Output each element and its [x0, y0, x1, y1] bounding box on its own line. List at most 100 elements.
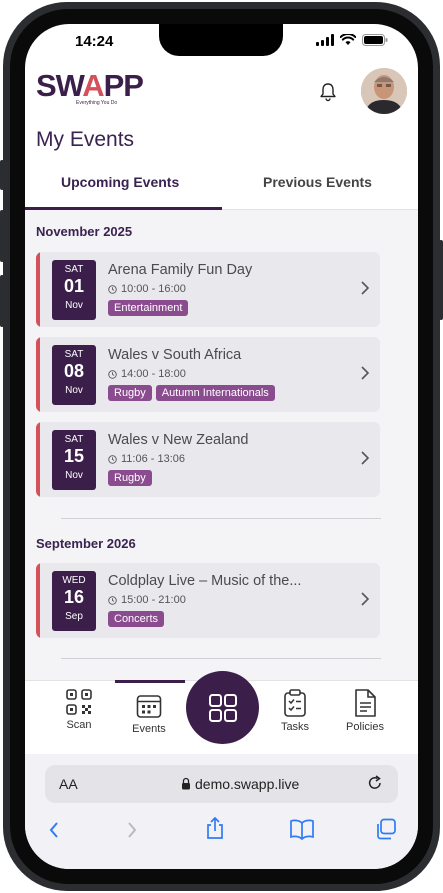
event-card[interactable]: SAT 08 Nov Wales v South Africa 14:00 - …	[36, 337, 380, 412]
event-tags: Rugby Autumn Internationals	[108, 385, 275, 401]
event-time: 11:06 - 13:06	[108, 453, 185, 465]
calendar-icon	[136, 695, 162, 718]
volume-up-button	[0, 210, 4, 262]
avatar[interactable]	[361, 68, 407, 114]
event-time: 15:00 - 21:00	[108, 594, 186, 606]
date-weekday: WED	[62, 575, 86, 586]
bell-icon[interactable]	[319, 82, 337, 102]
reader-aa-button[interactable]: AA	[59, 776, 78, 792]
tab-previous-events[interactable]: Previous Events	[263, 174, 372, 190]
chevron-right-icon	[361, 592, 370, 606]
action-button	[0, 160, 4, 190]
screen: 14:24 SWAPP Everything You Do My Events …	[25, 24, 418, 869]
card-accent-bar	[36, 563, 40, 638]
chevron-right-icon	[361, 451, 370, 465]
event-card[interactable]: WED 16 Sep Coldplay Live – Music of the.…	[36, 563, 380, 638]
date-day: 08	[63, 361, 85, 381]
event-tag: Autumn Internationals	[155, 385, 275, 401]
date-month: Nov	[65, 300, 83, 311]
page-title: My Events	[36, 128, 135, 151]
url-text: demo.swapp.live	[195, 776, 300, 792]
event-tags: Concerts	[108, 611, 165, 627]
event-title: Coldplay Live – Music of the...	[108, 573, 302, 589]
event-time-text: 14:00 - 18:00	[121, 368, 186, 380]
date-month: Nov	[65, 385, 83, 396]
wifi-icon	[340, 34, 356, 45]
logo-text: SWAPP	[36, 68, 144, 103]
date-weekday: SAT	[64, 434, 84, 445]
clock-icon	[108, 454, 117, 464]
event-tag: Rugby	[108, 385, 152, 401]
event-title: Arena Family Fun Day	[108, 262, 253, 278]
event-card[interactable]: SAT 15 Nov Wales v New Zealand 11:06 - 1…	[36, 422, 380, 497]
event-time-text: 10:00 - 16:00	[121, 283, 186, 295]
nav-events[interactable]: Events	[119, 693, 179, 735]
qr-code-icon	[66, 689, 92, 715]
date-badge: SAT 01 Nov	[52, 260, 96, 320]
event-tag: Rugby	[108, 470, 152, 486]
chevron-right-icon	[361, 366, 370, 380]
event-tags: Rugby	[108, 470, 152, 486]
date-badge: WED 16 Sep	[52, 571, 96, 631]
nav-tasks[interactable]: Tasks	[265, 689, 325, 733]
grid-icon	[208, 693, 237, 722]
signal-icon	[316, 34, 334, 46]
volume-down-button	[0, 275, 4, 327]
event-time-text: 15:00 - 21:00	[121, 594, 186, 606]
forward-icon[interactable]	[125, 820, 139, 840]
date-day: 01	[63, 276, 85, 296]
date-weekday: SAT	[64, 349, 84, 360]
document-icon	[355, 689, 376, 717]
event-time-text: 11:06 - 13:06	[121, 453, 186, 465]
app-header: SWAPP Everything You Do	[25, 64, 418, 124]
nav-home-button[interactable]	[186, 671, 259, 744]
event-tag: Concerts	[108, 611, 165, 627]
swapp-logo[interactable]: SWAPP Everything You Do	[36, 68, 144, 107]
clock-icon	[108, 369, 117, 379]
event-list[interactable]: November 2025 SAT 01 Nov Arena Family Fu…	[25, 210, 418, 680]
tab-upcoming-events[interactable]: Upcoming Events	[61, 174, 179, 190]
event-title: Wales v South Africa	[108, 347, 242, 363]
back-icon[interactable]	[47, 820, 61, 840]
active-nav-indicator	[115, 680, 185, 683]
tabs-icon[interactable]	[375, 818, 397, 840]
event-title: Wales v New Zealand	[108, 432, 249, 448]
month-heading: September 2026	[36, 536, 136, 551]
section-divider	[61, 658, 381, 659]
nav-scan[interactable]: Scan	[49, 689, 109, 731]
card-accent-bar	[36, 422, 40, 497]
nav-label: Scan	[66, 719, 92, 731]
date-badge: SAT 15 Nov	[52, 430, 96, 490]
bottom-nav: Scan Events Tasks Policies	[25, 671, 418, 754]
dynamic-island	[159, 24, 283, 56]
date-day: 15	[63, 446, 85, 466]
chevron-right-icon	[361, 281, 370, 295]
card-accent-bar	[36, 252, 40, 327]
date-day: 16	[63, 587, 85, 607]
browser-toolbar: AA demo.swapp.live	[25, 754, 418, 869]
event-time: 14:00 - 18:00	[108, 368, 186, 380]
event-card[interactable]: SAT 01 Nov Arena Family Fun Day 10:00 - …	[36, 252, 380, 327]
event-tag: Entertainment	[108, 300, 189, 316]
status-bar: 14:24	[25, 24, 418, 64]
card-accent-bar	[36, 337, 40, 412]
event-time: 10:00 - 16:00	[108, 283, 186, 295]
nav-label: Events	[132, 723, 166, 735]
share-icon[interactable]	[205, 816, 225, 840]
reload-icon[interactable]	[366, 774, 384, 792]
date-weekday: SAT	[64, 264, 84, 275]
nav-policies[interactable]: Policies	[335, 689, 395, 733]
lock-icon	[182, 777, 190, 790]
date-badge: SAT 08 Nov	[52, 345, 96, 405]
nav-label: Tasks	[280, 721, 310, 733]
date-month: Sep	[65, 611, 83, 622]
tab-bar: Upcoming Events Previous Events	[25, 164, 418, 210]
battery-icon	[362, 34, 388, 46]
clipboard-icon	[284, 689, 306, 717]
bookmarks-icon[interactable]	[289, 818, 315, 840]
url-bar[interactable]: AA demo.swapp.live	[45, 765, 398, 803]
clock-icon	[108, 595, 117, 605]
status-time: 14:24	[75, 33, 114, 50]
clock-icon	[108, 284, 117, 294]
month-heading: November 2025	[36, 224, 133, 239]
